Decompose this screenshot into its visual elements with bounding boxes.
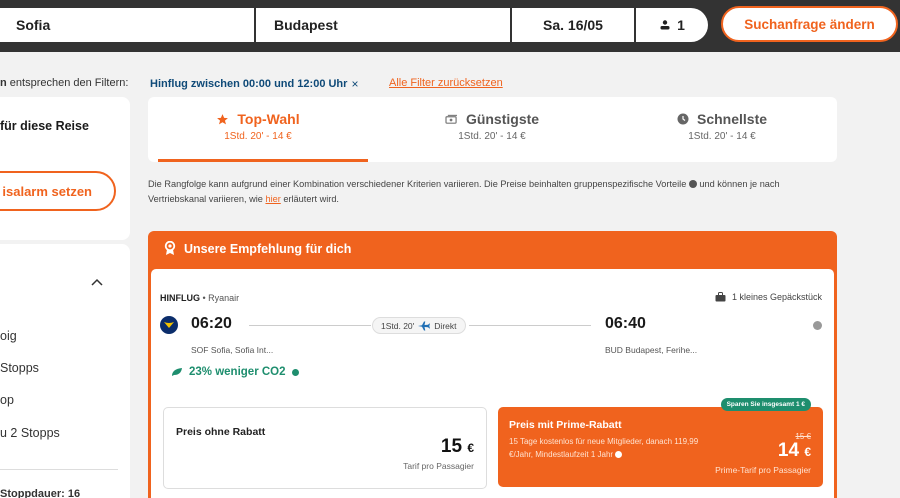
- tab-summary: 1Std. 20' - 14 €: [224, 131, 292, 142]
- plane-icon: [418, 321, 431, 330]
- tab-label: Schnellste: [696, 111, 768, 127]
- info-icon[interactable]: [291, 368, 299, 376]
- price-currency: €: [804, 445, 811, 459]
- stops-type: Direkt: [434, 320, 457, 331]
- clock-icon: [677, 113, 689, 125]
- leg-label: HINFLUG • Ryanair: [160, 293, 239, 303]
- flight-duration: 1Std. 20': [381, 320, 415, 331]
- reset-filters-link[interactable]: Alle Filter zurücksetzen: [389, 77, 503, 89]
- prime-price: 14 €: [778, 440, 811, 462]
- set-price-alert-button[interactable]: isalarm setzen: [0, 171, 116, 211]
- passengers-field[interactable]: 1: [636, 8, 708, 42]
- tab-label: Top-Wahl: [237, 111, 300, 127]
- prime-note: Prime-Tarif pro Passagier: [715, 465, 811, 475]
- person-icon: [660, 20, 670, 30]
- passenger-count: 1: [677, 17, 685, 33]
- star-icon: [217, 113, 229, 124]
- active-filter-label: Hinflug zwischen 00:00 und 12:00 Uhr: [150, 78, 348, 90]
- tab-cheapest[interactable]: Günstigste 1Std. 20' - 14 €: [382, 97, 602, 162]
- prime-desc-text: 15 Tage kostenlos für neue Mitglieder, d…: [509, 437, 699, 459]
- ryanair-logo-icon: [160, 316, 178, 334]
- airline-name: • Ryanair: [200, 293, 240, 303]
- change-search-button[interactable]: Suchanfrage ändern: [721, 6, 898, 42]
- prime-description: 15 Tage kostenlos für neue Mitglieder, d…: [509, 435, 724, 461]
- search-bar: Sofia Budapest Sa. 16/05 1 Suchanfrage ä…: [0, 0, 900, 52]
- filter-summary-text: entsprechen den Filtern:: [6, 77, 129, 89]
- leaf-icon: [172, 368, 182, 376]
- stops-option[interactable]: u 2 Stopps: [0, 426, 60, 440]
- price-currency: €: [467, 441, 474, 455]
- disclaimer-text: erläutert wird.: [280, 194, 339, 204]
- route-line: [249, 325, 371, 326]
- sort-tabs: Top-Wahl 1Std. 20' - 14 € Günstigste 1St…: [148, 97, 837, 162]
- disclaimer-text: Die Rangfolge kann aufgrund einer Kombin…: [148, 179, 689, 189]
- bag-icon: [715, 292, 726, 302]
- price-alert-text: für diese Reise: [0, 119, 89, 133]
- price-with-prime[interactable]: Sparen Sie insgesamt 1 € Preis mit Prime…: [498, 398, 823, 487]
- tab-summary: 1Std. 20' - 14 €: [688, 131, 756, 142]
- departure-airport: SOF Sofia, Sofia Int...: [191, 345, 274, 355]
- price-title: Preis ohne Rabatt: [176, 426, 266, 438]
- baggage-text: 1 kleines Gepäckstück: [731, 292, 822, 302]
- flight-details: HINFLUG • Ryanair 1 kleines Gepäckstück …: [151, 269, 834, 498]
- route-line: [469, 325, 591, 326]
- price-note: Tarif pro Passagier: [403, 461, 474, 471]
- date-field[interactable]: Sa. 16/05: [512, 8, 634, 42]
- tab-top-choice[interactable]: Top-Wahl 1Std. 20' - 14 €: [148, 97, 368, 162]
- stop-duration-label: Stoppdauer: 16: [0, 488, 81, 498]
- money-icon: [445, 114, 457, 124]
- origin-field[interactable]: Sofia: [0, 8, 254, 42]
- stops-option[interactable]: op: [0, 393, 14, 407]
- divider: [0, 469, 118, 470]
- price-without-discount[interactable]: Preis ohne Rabatt 15 € Tarif pro Passagi…: [163, 407, 487, 489]
- departure-time: 06:20: [191, 315, 232, 332]
- arrival-airport: BUD Budapest, Ferihe...: [605, 345, 698, 355]
- stops-option[interactable]: oig: [0, 329, 17, 343]
- ranking-disclaimer: Die Rangfolge kann aufgrund einer Kombin…: [148, 177, 838, 207]
- disclaimer-link[interactable]: hier: [265, 194, 280, 204]
- savings-badge: Sparen Sie insgesamt 1 €: [720, 398, 811, 411]
- tab-fastest[interactable]: Schnellste 1Std. 20' - 14 €: [612, 97, 832, 162]
- info-icon[interactable]: [688, 180, 697, 188]
- info-icon[interactable]: [813, 321, 822, 330]
- stops-option[interactable]: Stopps: [0, 361, 39, 375]
- info-icon[interactable]: [615, 451, 623, 458]
- recommendation-title: Unsere Empfehlung für dich: [184, 241, 352, 256]
- leg-direction: HINFLUG: [160, 293, 200, 303]
- price-amount: 15 €: [441, 436, 474, 458]
- chevron-up-icon[interactable]: [91, 278, 103, 286]
- price-value: 14: [777, 440, 800, 461]
- recommendation-header: Unsere Empfehlung für dich: [164, 241, 351, 256]
- award-icon: [164, 241, 176, 255]
- filter-summary: n entsprechen den Filtern:: [0, 77, 128, 89]
- tab-label: Günstigste: [465, 111, 540, 127]
- co2-text: 23% weniger CO2: [189, 366, 286, 378]
- destination-field[interactable]: Budapest: [256, 8, 510, 42]
- co2-badge: 23% weniger CO2: [171, 366, 299, 378]
- duration-pill: 1Std. 20' Direkt: [372, 317, 466, 334]
- baggage-info: 1 kleines Gepäckstück: [715, 292, 822, 302]
- arrival-time: 06:40: [605, 315, 646, 332]
- recommendation-card[interactable]: Unsere Empfehlung für dich HINFLUG • Rya…: [148, 231, 837, 498]
- tab-summary: 1Std. 20' - 14 €: [458, 131, 526, 142]
- harp-icon: [164, 322, 174, 328]
- active-filter-chip: Hinflug zwischen 00:00 und 12:00 Uhr ×: [150, 77, 358, 91]
- price-value: 15: [440, 436, 463, 457]
- filter-summary-prefix: n: [0, 77, 7, 89]
- prime-title: Preis mit Prime-Rabatt: [509, 419, 622, 431]
- remove-filter-icon[interactable]: ×: [351, 77, 358, 91]
